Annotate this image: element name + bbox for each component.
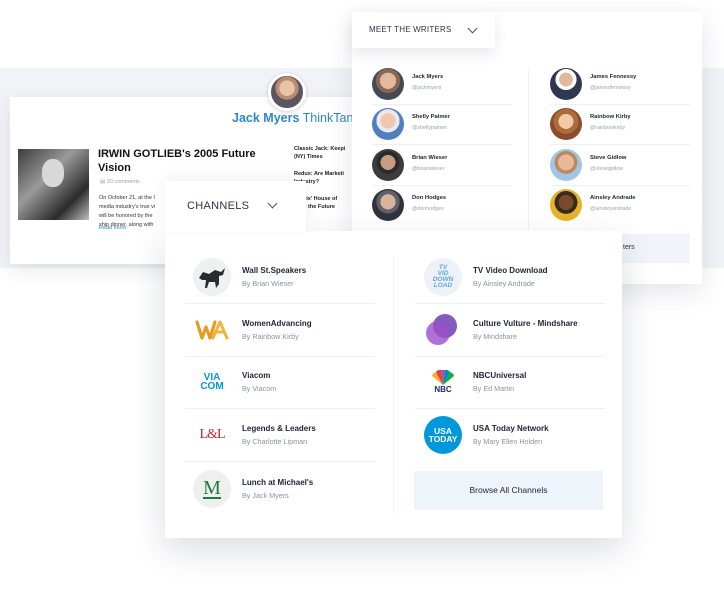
wa-logo-icon — [193, 311, 231, 349]
divider — [372, 104, 512, 105]
channels-column-divider — [393, 256, 394, 514]
writer-avatar — [372, 149, 404, 181]
writer-handle: @jamesfennessy — [590, 85, 631, 91]
channel-name: NBCUniversal — [473, 371, 527, 380]
writer-name: Don Hodges — [412, 195, 447, 201]
channel-author: By Ainsley Andrade — [473, 279, 535, 288]
channel-name: TV Video Download — [473, 266, 548, 275]
writer-avatar — [550, 189, 582, 221]
chevron-down-icon — [267, 198, 278, 209]
channel-author: By Brian Wieser — [242, 279, 294, 288]
channel-item[interactable]: L&L Legends & Leaders By Charlotte Lipma… — [193, 416, 388, 462]
viacom-logo-icon: VIA COM — [193, 363, 231, 401]
m-logo-text: M — [203, 477, 221, 499]
channel-name: Wall St.Speakers — [242, 266, 307, 275]
ll-logo-text: L&L — [199, 427, 226, 442]
usa-today-logo-icon: USA TODAY — [424, 416, 462, 454]
divider — [185, 356, 375, 357]
channels-tab-label: CHANNELS — [187, 200, 250, 212]
nbc-peacock-icon: NBC — [424, 363, 462, 401]
channel-author: By Ed Martin — [473, 384, 515, 393]
tvvd-logo-text: TV VID DOWN LOAD — [432, 264, 454, 289]
thinktank-brand-name: Jack Myers — [232, 111, 300, 125]
writer-handle: @brianwieser — [412, 166, 445, 172]
writer-handle: @donhodges — [412, 206, 444, 212]
thinktank-title: Jack Myers ThinkTank — [232, 111, 360, 125]
divider — [415, 356, 605, 357]
writer-avatar — [372, 189, 404, 221]
channel-author: By Mindshare — [473, 332, 517, 341]
writer-handle: @stevegidlow — [590, 166, 624, 172]
writer-name: Ainsley Andrade — [590, 195, 636, 201]
writer-avatar — [372, 68, 404, 100]
writers-tab-label: MEET THE WRITERS — [369, 25, 452, 34]
channel-author: By Viacom — [242, 384, 277, 393]
writer-avatar — [550, 108, 582, 140]
channel-name: USA Today Network — [473, 424, 549, 433]
channel-item[interactable]: VIA COM Viacom By Viacom — [193, 363, 388, 409]
mindshare-logo-icon — [424, 311, 462, 349]
comments-count: 20 comments — [106, 179, 140, 185]
writer-handle: @rainbowkirby — [590, 125, 626, 131]
article-photo[interactable] — [18, 149, 89, 220]
divider — [372, 144, 512, 145]
channel-author: By Rainbow Kirby — [242, 332, 299, 341]
writer-avatar — [550, 149, 582, 181]
divider — [185, 303, 375, 304]
channel-item[interactable]: Culture Vulture - Mindshare By Mindshare — [424, 311, 619, 357]
thinktank-avatar — [268, 73, 306, 111]
writer-name: James Fennessy — [590, 74, 637, 80]
channel-item[interactable]: WomenAdvancing By Rainbow Kirby — [193, 311, 388, 357]
m-logo-icon: M — [193, 470, 231, 508]
writer-name: Shelly Palmer — [412, 114, 451, 120]
writer-name: Steve Gidlow — [590, 155, 627, 161]
browse-all-channels-button[interactable]: Browse All Channels — [414, 471, 603, 510]
viacom-logo-text: VIA COM — [200, 372, 224, 392]
channels-tab[interactable]: CHANNELS — [165, 181, 306, 232]
divider — [415, 408, 605, 409]
ll-logo-icon: L&L — [193, 416, 231, 454]
divider — [185, 408, 375, 409]
channel-name: Lunch at Michael's — [242, 478, 314, 487]
nbc-logo-text: NBC — [434, 385, 452, 394]
writer-name: Brian Wieser — [412, 155, 448, 161]
channel-author: By Charlotte Lipman — [242, 437, 308, 446]
divider — [415, 303, 605, 304]
divider — [550, 185, 690, 186]
read-more-link[interactable]: Read more — [99, 225, 126, 231]
writer-name: Rainbow Kirby — [590, 114, 631, 120]
usa-today-logo-text: USA TODAY — [428, 426, 458, 444]
divider — [185, 461, 375, 462]
chevron-down-icon — [467, 23, 478, 34]
channel-name: Viacom — [242, 371, 271, 380]
article-title[interactable]: IRWIN GOTLIEB's 2005 Future Vision — [98, 147, 268, 175]
divider — [550, 144, 690, 145]
writers-tab[interactable]: MEET THE WRITERS — [352, 12, 495, 48]
writer-handle: @ainsleyandrade — [590, 206, 632, 212]
writer-name: Jack Myers — [412, 74, 444, 80]
channel-item[interactable]: TV VID DOWN LOAD TV Video Download By Ai… — [424, 258, 619, 304]
channel-item[interactable]: NBC NBCUniversal By Ed Martin — [424, 363, 619, 409]
side-link[interactable]: Classic Jack: Keepi (NY) Times — [294, 145, 360, 161]
writers-column-divider — [528, 70, 529, 230]
divider — [372, 185, 512, 186]
channel-item[interactable]: M Lunch at Michael's By Jack Myers — [193, 470, 388, 516]
divider — [550, 104, 690, 105]
channel-item[interactable]: Wall St.Speakers By Brian Wieser — [193, 258, 388, 304]
writer-handle: @jackmyers — [412, 85, 442, 91]
writer-handle: @shellypalmer — [412, 125, 448, 131]
bull-icon — [193, 258, 231, 296]
channel-name: Legends & Leaders — [242, 424, 316, 433]
tvvd-logo-icon: TV VID DOWN LOAD — [424, 258, 462, 296]
channel-name: WomenAdvancing — [242, 319, 312, 328]
writer-avatar — [372, 108, 404, 140]
channel-name: Culture Vulture - Mindshare — [473, 319, 578, 328]
writer-avatar — [550, 68, 582, 100]
article-comments: ▤ 20 comments — [100, 179, 140, 185]
channel-item[interactable]: USA TODAY USA Today Network By Mary Elle… — [424, 416, 619, 462]
channel-author: By Mary Ellen Holden — [473, 437, 543, 446]
channel-author: By Jack Myers — [242, 491, 289, 500]
